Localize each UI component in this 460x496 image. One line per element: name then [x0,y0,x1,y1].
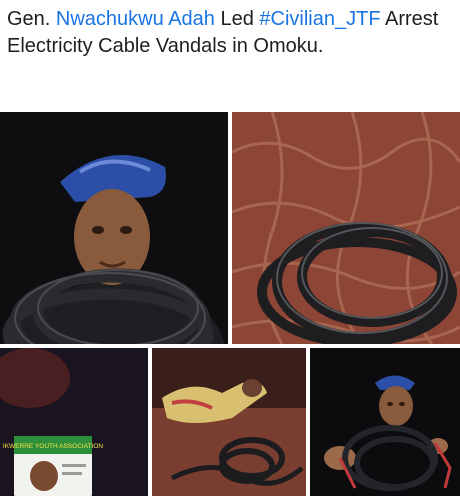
photo-cables-on-ground-image [232,112,460,344]
photo-suspect-with-cables[interactable] [0,112,228,344]
photo-suspect-with-cables-image [0,112,228,344]
photo-suspect-holding-cables-image [310,348,460,496]
photo-id-badge[interactable]: IKWERRE YOUTH ASSOCIATION [0,348,148,496]
hashtag-link[interactable]: #Civilian_JTF [259,8,380,30]
post-text-middle: Led [214,8,260,30]
post-text: Gen. Nwachukwu Adah Led #Civilian_JTF Ar… [7,6,455,60]
photo-suspect-holding-cables[interactable] [310,348,460,496]
photo-id-badge-image: IKWERRE YOUTH ASSOCIATION [0,348,148,496]
mention-link[interactable]: Nwachukwu Adah [56,8,215,30]
photo-cables-on-ground[interactable] [232,112,460,344]
photo-suspect-on-ground[interactable] [152,348,306,496]
post-text-prefix: Gen. [7,8,56,30]
badge-text: IKWERRE YOUTH ASSOCIATION [3,443,103,450]
photo-suspect-on-ground-image [152,348,306,496]
